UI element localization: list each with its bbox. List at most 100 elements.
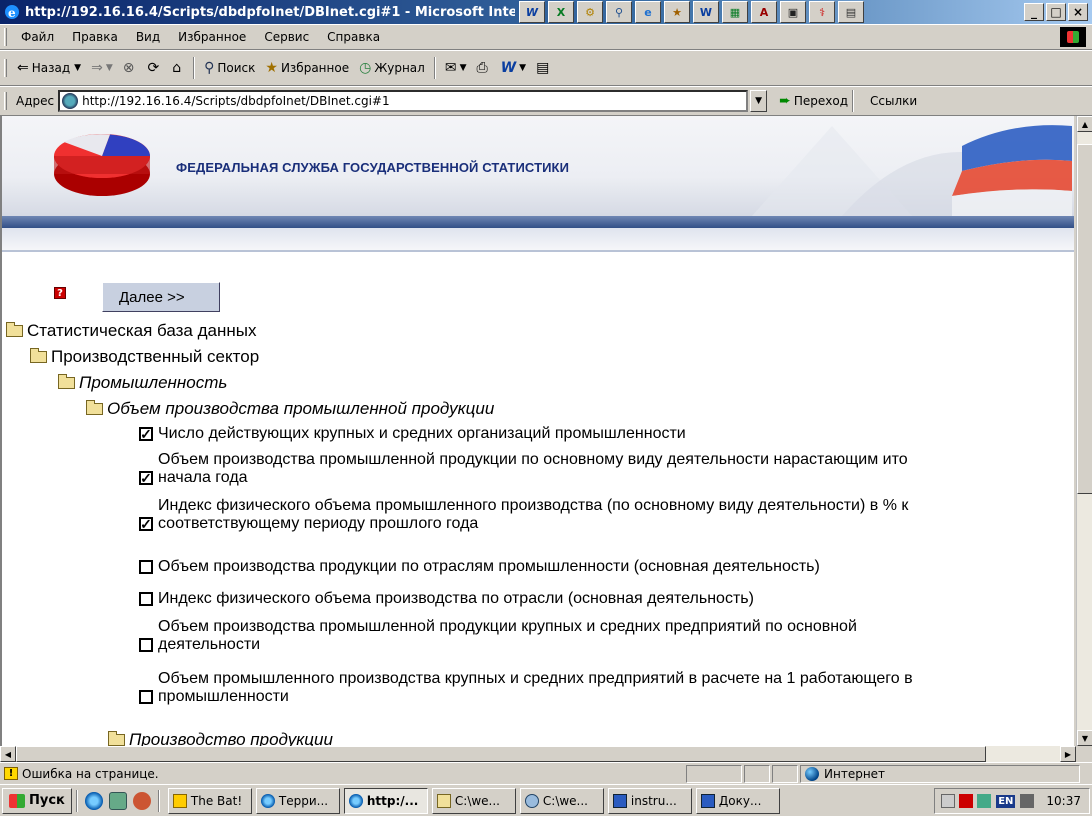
indicator-checkbox[interactable] — [139, 560, 153, 574]
indicator-item[interactable]: Индекс физического объема производства п… — [139, 590, 754, 608]
forward-button[interactable]: ⇒ ▼ — [86, 55, 118, 81]
maximize-button[interactable]: □ — [1046, 3, 1066, 21]
indicator-checkbox[interactable] — [139, 690, 153, 704]
minimize-button[interactable]: _ — [1024, 3, 1044, 21]
task-document[interactable]: Доку... — [695, 787, 780, 814]
forward-dropdown-icon[interactable]: ▼ — [106, 63, 113, 73]
task-http-active[interactable]: http:/... — [343, 787, 428, 814]
stop-button[interactable]: ⊗ — [118, 55, 143, 81]
quicklaunch-desktop-icon[interactable] — [108, 791, 127, 810]
app-key-icon[interactable]: ⚙ — [577, 1, 603, 23]
clock[interactable]: 10:37 — [1046, 794, 1081, 808]
print-button[interactable]: ⎙ — [471, 55, 495, 81]
indicator-checkbox[interactable] — [139, 638, 153, 652]
app-spreadsheet-icon[interactable]: ▦ — [722, 1, 748, 23]
indicator-checkbox[interactable] — [139, 592, 153, 606]
links-toolbar[interactable]: Ссылки — [870, 94, 917, 108]
menu-file[interactable]: Файл — [12, 30, 63, 44]
indicator-item[interactable]: ✓ Индекс физического объема промышленног… — [139, 497, 908, 533]
refresh-button[interactable]: ⟳ — [142, 55, 167, 81]
network-icon[interactable] — [977, 794, 992, 808]
mail-button[interactable]: ✉ ▼ — [440, 55, 472, 81]
menu-grip — [4, 28, 7, 46]
horizontal-scrollbar[interactable]: ◀ ▶ — [0, 746, 1076, 762]
quicklaunch-media-icon[interactable] — [132, 791, 151, 810]
address-input[interactable]: http://192.16.16.4/Scripts/dbdpfoInet/DB… — [58, 90, 749, 112]
tree-node-statistical-database[interactable]: Статистическая база данных — [6, 321, 256, 341]
favorites-icon: ★ — [265, 60, 278, 76]
menu-view[interactable]: Вид — [127, 30, 169, 44]
scroll-down-button[interactable]: ▼ — [1077, 730, 1092, 746]
title-app-toolbar: W X ⚙ ⚲ e ★ W ▦ A ▣ ⚕ ▤ — [519, 0, 867, 24]
menu-tools[interactable]: Сервис — [255, 30, 318, 44]
indicator-item[interactable]: ✓ Объем производства промышленной продук… — [139, 451, 908, 487]
app-bat-icon[interactable]: ★ — [664, 1, 690, 23]
app-console-icon[interactable]: ▣ — [780, 1, 806, 23]
go-button[interactable]: ➨ Переход — [779, 93, 848, 109]
app-search-icon[interactable]: ⚲ — [606, 1, 632, 23]
indicator-checkbox[interactable]: ✓ — [139, 517, 153, 531]
next-button[interactable]: Далее >> — [102, 282, 220, 312]
task-territory[interactable]: Терри... — [255, 787, 340, 814]
site-title: ФЕДЕРАЛЬНАЯ СЛУЖБА ГОСУДАРСТВЕННОЙ СТАТИ… — [176, 160, 570, 175]
app-calc-icon[interactable]: ▤ — [838, 1, 864, 23]
tree-node-product-output[interactable]: Производство продукции — [108, 730, 333, 746]
help-icon[interactable]: ? — [54, 287, 66, 299]
indicator-item[interactable]: ✓ Число действующих крупных и средних ор… — [139, 425, 686, 443]
tray-app-icon[interactable] — [1020, 794, 1035, 808]
mail-dropdown-icon[interactable]: ▼ — [460, 63, 467, 73]
quicklaunch-ie-icon[interactable] — [84, 791, 103, 810]
app-excel-icon[interactable]: X — [548, 1, 574, 23]
language-indicator[interactable]: EN — [996, 794, 1016, 808]
kaspersky-icon[interactable] — [959, 794, 974, 808]
back-button[interactable]: ⇐ Назад ▼ — [12, 55, 86, 81]
speaker-icon[interactable] — [941, 794, 956, 808]
horizontal-scroll-thumb[interactable] — [16, 746, 986, 762]
app-flask-icon[interactable]: ⚕ — [809, 1, 835, 23]
scroll-left-button[interactable]: ◀ — [0, 746, 16, 762]
edit-word-button[interactable]: W ▼ — [496, 55, 531, 81]
address-url[interactable]: http://192.16.16.4/Scripts/dbdpfoInet/DB… — [82, 94, 390, 108]
folder-closed-icon — [108, 731, 125, 746]
history-button[interactable]: ◷ Журнал — [354, 55, 430, 81]
task-search[interactable]: C:\we... — [519, 787, 604, 814]
app-word-doc-icon[interactable]: W — [693, 1, 719, 23]
indicator-item[interactable]: Объем производства промышленной продукци… — [139, 618, 857, 654]
menu-edit[interactable]: Правка — [63, 30, 127, 44]
app-access-icon[interactable]: A — [751, 1, 777, 23]
task-instructions[interactable]: instru... — [607, 787, 692, 814]
close-button[interactable]: × — [1068, 3, 1088, 21]
app-ie-icon[interactable]: e — [635, 1, 661, 23]
status-message[interactable]: Ошибка на странице. — [22, 767, 159, 781]
page-content[interactable]: ФЕДЕРАЛЬНАЯ СЛУЖБА ГОСУДАРСТВЕННОЙ СТАТИ… — [0, 116, 1074, 746]
warning-icon[interactable]: ! — [4, 767, 18, 780]
vertical-scrollbar[interactable]: ▲ ▼ — [1076, 116, 1092, 746]
vertical-scroll-thumb[interactable] — [1077, 144, 1092, 494]
indicator-item[interactable]: Объем производства продукции по отраслям… — [139, 558, 820, 576]
home-button[interactable]: ⌂ — [167, 55, 189, 81]
app-word-icon[interactable]: W — [519, 1, 545, 23]
back-dropdown-icon[interactable]: ▼ — [74, 63, 81, 73]
tree-node-industrial-output[interactable]: Объем производства промышленной продукци… — [86, 399, 494, 419]
scroll-up-button[interactable]: ▲ — [1077, 116, 1092, 132]
indicator-checkbox[interactable]: ✓ — [139, 471, 153, 485]
task-folder[interactable]: C:\we... — [431, 787, 516, 814]
address-dropdown-button[interactable]: ▼ — [750, 90, 768, 112]
tree-node-production-sector[interactable]: Производственный сектор — [30, 347, 259, 367]
scroll-right-button[interactable]: ▶ — [1060, 746, 1076, 762]
indicator-item[interactable]: Объем промышленного производства крупных… — [139, 670, 913, 706]
favorites-button[interactable]: ★ Избранное — [260, 55, 354, 81]
start-button[interactable]: Пуск — [2, 787, 72, 814]
search-button[interactable]: ⚲ Поиск — [199, 55, 260, 81]
indicator-checkbox[interactable]: ✓ — [139, 427, 153, 441]
window-title-bar[interactable]: e http://192.16.16.4/Scripts/dbdpfoInet/… — [0, 0, 1092, 24]
tree-node-industry[interactable]: Промышленность — [58, 373, 227, 393]
ie-icon — [260, 793, 275, 808]
window-title: http://192.16.16.4/Scripts/dbdpfoInet/DB… — [25, 4, 515, 20]
task-the-bat[interactable]: The Bat! — [167, 787, 252, 814]
discuss-button[interactable]: ▤ — [531, 55, 557, 81]
edit-dropdown-icon[interactable]: ▼ — [519, 63, 526, 73]
menu-favorites[interactable]: Избранное — [169, 30, 255, 44]
refresh-icon: ⟳ — [147, 60, 160, 76]
menu-help[interactable]: Справка — [318, 30, 389, 44]
